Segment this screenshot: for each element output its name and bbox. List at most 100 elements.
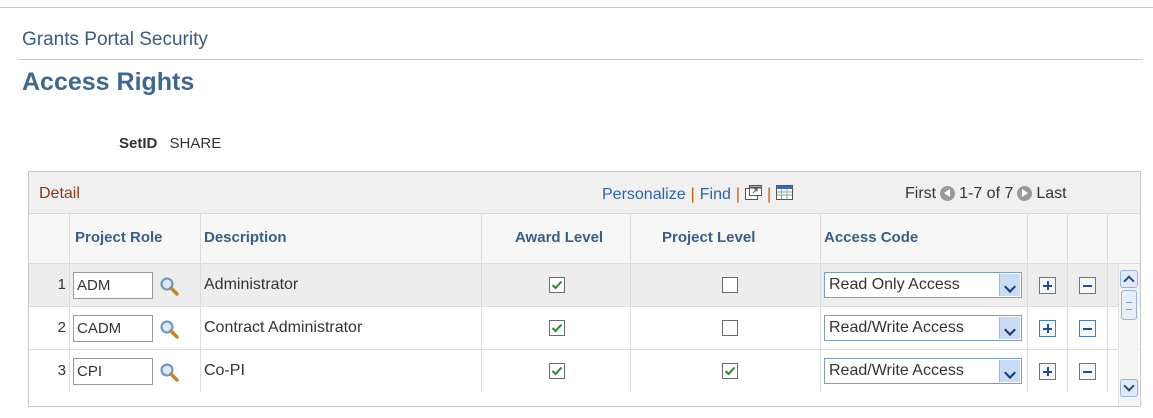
checkmark-icon xyxy=(551,280,563,290)
title-divider xyxy=(18,59,1143,60)
add-row-button[interactable] xyxy=(1039,277,1056,294)
award-level-checkbox[interactable] xyxy=(549,277,565,293)
col-header-delete xyxy=(1068,214,1108,264)
row-range: 1-7 of 7 xyxy=(959,185,1014,202)
setid-value: SHARE xyxy=(169,135,222,152)
award-level-checkbox[interactable] xyxy=(549,320,565,336)
access-code-value: Read Only Access xyxy=(829,276,960,293)
col-header-project-level[interactable]: Project Level xyxy=(631,214,821,264)
row-number: 1 xyxy=(29,264,70,306)
add-cell xyxy=(1028,264,1068,306)
project-level-cell xyxy=(631,307,821,349)
delete-cell xyxy=(1068,307,1108,349)
table-row: 2 CADM Contract Administrator Read/Write… xyxy=(29,307,1140,350)
col-header-rownum xyxy=(29,214,70,264)
spreadsheet-icon[interactable] xyxy=(776,185,794,205)
description-cell: Co-PI xyxy=(201,350,482,392)
chevron-down-icon[interactable] xyxy=(999,360,1020,382)
lookup-icon[interactable] xyxy=(159,362,179,382)
access-code-value: Read/Write Access xyxy=(829,362,964,379)
col-label-award-level: Award Level xyxy=(515,229,604,246)
project-level-checkbox[interactable] xyxy=(722,277,738,293)
lookup-icon[interactable] xyxy=(159,319,179,339)
checkmark-icon xyxy=(551,366,563,376)
col-header-add xyxy=(1028,214,1068,264)
toolbar-separator: | xyxy=(767,186,772,204)
new-window-icon[interactable] xyxy=(745,185,763,205)
table-row: 3 CPI Co-PI Read/Write Access xyxy=(29,350,1140,393)
add-row-button[interactable] xyxy=(1039,320,1056,337)
scroll-up-icon[interactable] xyxy=(1120,270,1138,288)
setid-label: SetID xyxy=(119,135,158,152)
grid-navigation: First 1-7 of 7 Last xyxy=(905,185,1067,203)
award-level-checkbox[interactable] xyxy=(549,363,565,379)
access-code-select[interactable]: Read/Write Access xyxy=(824,358,1022,384)
checkmark-icon xyxy=(551,323,563,333)
scroll-down-icon[interactable] xyxy=(1120,379,1138,397)
project-level-cell xyxy=(631,264,821,306)
project-role-cell: CPI xyxy=(70,350,201,392)
award-level-cell xyxy=(482,307,631,349)
col-label-description: Description xyxy=(204,229,287,246)
col-label-project-level: Project Level xyxy=(662,229,756,246)
delete-cell xyxy=(1068,264,1108,306)
access-code-cell: Read/Write Access xyxy=(821,350,1028,392)
project-level-checkbox[interactable] xyxy=(722,363,738,379)
project-level-cell xyxy=(631,350,821,392)
award-level-cell xyxy=(482,350,631,392)
next-icon[interactable] xyxy=(1017,186,1033,202)
project-level-checkbox[interactable] xyxy=(722,320,738,336)
project-role-cell: CADM xyxy=(70,307,201,349)
find-link[interactable]: Find xyxy=(700,186,731,203)
project-role-input[interactable]: CPI xyxy=(73,358,153,385)
portal-title: Grants Portal Security xyxy=(22,29,208,50)
col-label-project-role: Project Role xyxy=(75,229,163,246)
access-code-select[interactable]: Read/Write Access xyxy=(824,315,1022,341)
setid-field: SetID SHARE xyxy=(119,135,221,152)
col-label-access-code: Access Code xyxy=(824,229,919,246)
add-row-button[interactable] xyxy=(1039,363,1056,380)
lookup-icon[interactable] xyxy=(159,276,179,296)
delete-row-button[interactable] xyxy=(1079,320,1096,337)
grid-title: Detail xyxy=(39,185,80,202)
table-row: 1 ADM Administrator Read Only Access xyxy=(29,264,1140,307)
add-cell xyxy=(1028,307,1068,349)
access-code-select[interactable]: Read Only Access xyxy=(824,272,1022,298)
project-role-cell: ADM xyxy=(70,264,201,306)
previous-icon[interactable] xyxy=(940,186,956,202)
access-code-value: Read/Write Access xyxy=(829,319,964,336)
detail-grid: Detail Personalize | Find | | First 1-7 of 7L… xyxy=(28,171,1141,407)
description-cell: Contract Administrator xyxy=(201,307,482,349)
page-title: Access Rights xyxy=(22,68,195,96)
first-label[interactable]: First xyxy=(905,185,936,202)
col-header-scroll xyxy=(1108,214,1140,264)
chevron-down-icon[interactable] xyxy=(999,274,1020,296)
delete-cell xyxy=(1068,350,1108,392)
project-role-input[interactable]: CADM xyxy=(73,315,153,342)
checkmark-icon xyxy=(724,366,736,376)
col-header-award-level[interactable]: Award Level xyxy=(482,214,631,264)
col-header-description[interactable]: Description xyxy=(201,214,482,264)
grid-header: Detail Personalize | Find | | First 1-7 of 7L… xyxy=(29,172,1140,214)
delete-row-button[interactable] xyxy=(1079,277,1096,294)
row-number: 3 xyxy=(29,350,70,392)
delete-row-button[interactable] xyxy=(1079,363,1096,380)
top-border xyxy=(0,0,1153,8)
grid-scrollbar[interactable] xyxy=(1118,264,1139,406)
col-header-project-role[interactable]: Project Role xyxy=(70,214,201,264)
add-cell xyxy=(1028,350,1068,392)
description-cell: Administrator xyxy=(201,264,482,306)
access-code-cell: Read/Write Access xyxy=(821,307,1028,349)
row-number: 2 xyxy=(29,307,70,349)
personalize-link[interactable]: Personalize xyxy=(602,186,686,203)
last-label[interactable]: Last xyxy=(1036,185,1066,202)
access-code-cell: Read Only Access xyxy=(821,264,1028,306)
award-level-cell xyxy=(482,264,631,306)
chevron-down-icon[interactable] xyxy=(999,317,1020,339)
toolbar-separator: | xyxy=(735,186,741,204)
project-role-input[interactable]: ADM xyxy=(73,272,153,299)
scroll-thumb[interactable] xyxy=(1121,290,1137,320)
grid-toolbar: Personalize | Find | | xyxy=(602,185,794,205)
toolbar-separator: | xyxy=(690,186,695,204)
col-header-access-code[interactable]: Access Code xyxy=(821,214,1028,264)
